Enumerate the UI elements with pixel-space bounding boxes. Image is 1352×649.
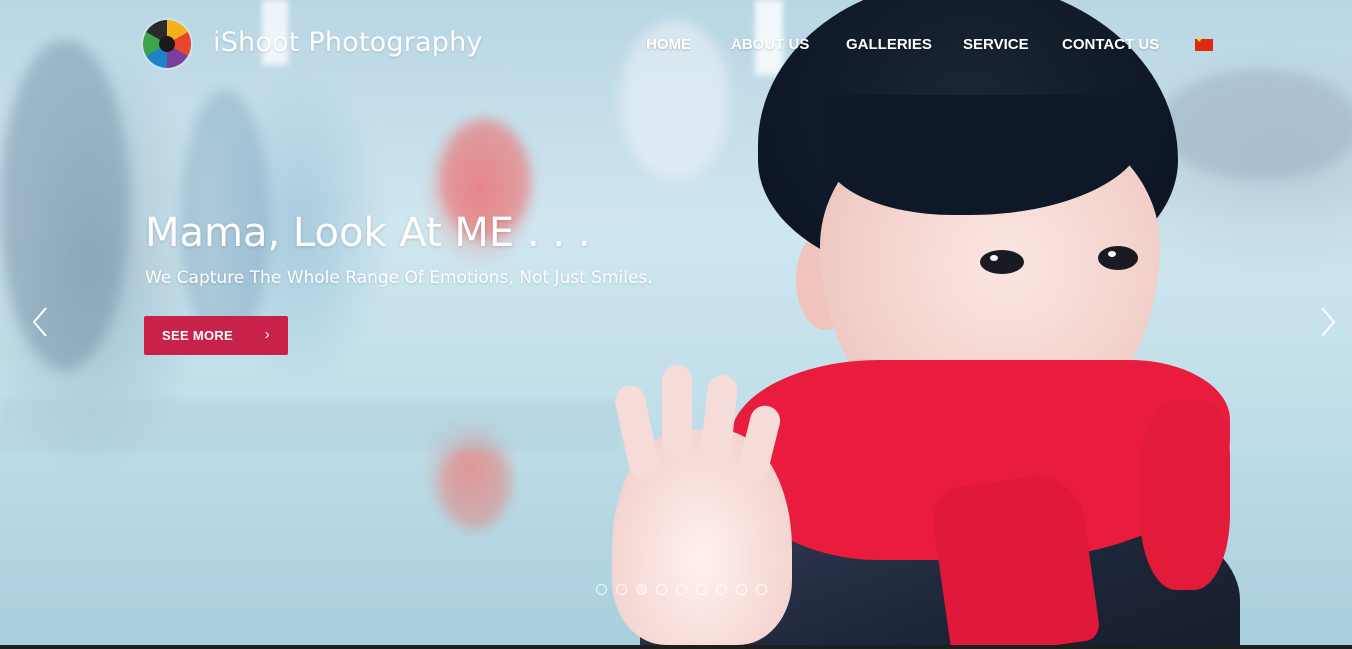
chevron-right-icon [1321, 307, 1336, 337]
carousel-dot[interactable] [596, 584, 607, 595]
china-flag-icon[interactable] [1195, 36, 1213, 51]
carousel-dot[interactable] [676, 584, 687, 595]
carousel-prev-button[interactable] [28, 300, 58, 344]
bottom-divider [0, 645, 1352, 649]
background-blur [440, 440, 510, 530]
chevron-right-icon: › [264, 326, 270, 343]
background-blur [0, 40, 130, 370]
eye [980, 250, 1024, 274]
finger [662, 365, 692, 460]
nav-item-about-us[interactable]: ABOUT US [731, 36, 809, 53]
scarf [928, 470, 1102, 645]
finger [612, 382, 662, 483]
carousel-dot-active[interactable] [636, 584, 647, 595]
finger [699, 373, 739, 472]
logo-icon[interactable] [143, 20, 191, 68]
see-more-button[interactable]: SEE MORE › [144, 316, 288, 355]
carousel-dot[interactable] [716, 584, 727, 595]
slide-title: Mama, Look At ME . . . [145, 210, 591, 256]
background-blur [0, 400, 620, 450]
carousel-dot[interactable] [616, 584, 627, 595]
hand [612, 365, 792, 645]
nav-item-home[interactable]: HOME [646, 36, 691, 53]
chevron-left-icon [32, 307, 47, 337]
hero-slider: iShoot Photography HOME ABOUT US GALLERI… [0, 0, 1352, 645]
brand-name[interactable]: iShoot Photography [213, 27, 483, 58]
carousel-dot[interactable] [756, 584, 767, 595]
carousel-dot[interactable] [736, 584, 747, 595]
nav-item-service[interactable]: SERVICE [963, 36, 1029, 53]
eye [1098, 246, 1138, 270]
nav-item-galleries[interactable]: GALLERIES [846, 36, 932, 53]
scarf [1140, 400, 1230, 590]
nav-item-contact-us[interactable]: CONTACT US [1062, 36, 1159, 53]
carousel-dot[interactable] [656, 584, 667, 595]
see-more-label: SEE MORE [162, 328, 234, 343]
carousel-next-button[interactable] [1312, 300, 1342, 344]
hero-photo-child [600, 0, 1260, 645]
carousel-dot[interactable] [696, 584, 707, 595]
slide-subtitle: We Capture The Whole Range Of Emotions, … [145, 268, 653, 288]
